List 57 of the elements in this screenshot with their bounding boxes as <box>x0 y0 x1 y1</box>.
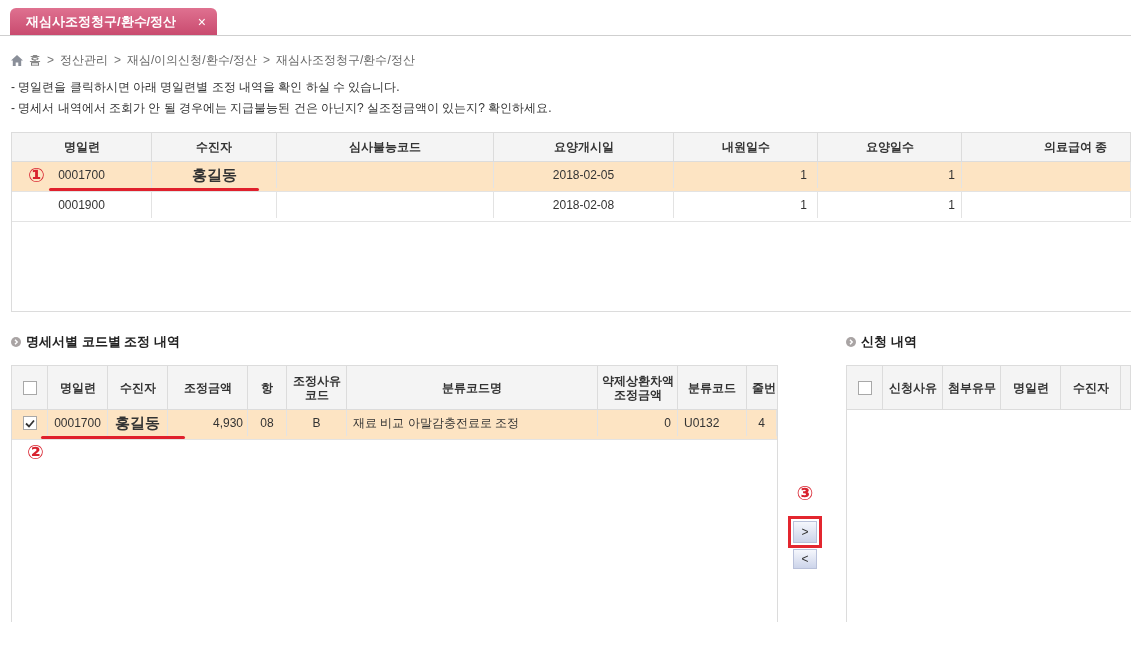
column-header: 조정금액 <box>168 366 248 409</box>
column-header: 항 <box>248 366 287 409</box>
column-header: 요양개시일 <box>494 133 674 161</box>
tab[interactable]: 재심사조정청구/환수/정산 × <box>10 8 217 35</box>
column-header: 명일련 <box>12 133 152 161</box>
move-button[interactable]: > <box>793 521 817 543</box>
column-header: 수진자 <box>152 133 277 161</box>
callout-number: ③ <box>796 483 814 503</box>
breadcrumb-separator: > <box>114 53 122 67</box>
column-header: 분류코드 <box>678 366 747 409</box>
table-cell: 1 <box>674 162 818 188</box>
column-header: 심사불능코드 <box>277 133 494 161</box>
column-header: 줄번 <box>747 366 777 409</box>
notice-text: - 명일련을 클릭하시면 아래 명일련별 조정 내역을 확인 하실 수 있습니다. <box>11 79 401 96</box>
breadcrumb-link[interactable]: 정산관리 <box>60 51 108 69</box>
column-header: 의료급여 종 <box>962 133 1131 161</box>
column-header: 신청사유 <box>883 366 943 409</box>
table-cell: 0 <box>598 410 678 436</box>
column-header: 요양일수 <box>818 133 962 161</box>
breadcrumb-link[interactable]: 홈 <box>29 51 41 69</box>
checkbox[interactable] <box>22 380 37 395</box>
column-header: 조정사유 코드 <box>287 366 347 409</box>
column-header: 수진자 <box>108 366 168 409</box>
section-title: 명세서별 코드별 조정 내역 <box>26 334 180 351</box>
breadcrumb-separator: > <box>47 53 54 67</box>
close-button[interactable]: × <box>195 14 208 29</box>
table-cell: U0132 <box>678 410 747 436</box>
column-header: 수진자 <box>1061 366 1121 409</box>
table-cell: 4 <box>747 410 777 436</box>
chevron-circle-icon <box>846 337 856 347</box>
column-header: 명일련 <box>1001 366 1061 409</box>
home-icon <box>11 54 23 66</box>
breadcrumb-separator: > <box>263 53 271 67</box>
move-button[interactable]: < <box>793 549 817 569</box>
section-title: 신청 내역 <box>861 334 917 351</box>
callout-number: ① <box>28 165 45 185</box>
table-row[interactable]: 0001900 2018-02-08 1 1 <box>12 192 1131 222</box>
column-header: 약제상환차액 조정금액 <box>598 366 678 409</box>
table-cell: 1 <box>818 192 962 218</box>
notice-text: - 명세서 내역에서 조회가 안 될 경우에는 지급불능된 건은 아닌지? 실조정금액이 있는지? 확인하세요. <box>11 100 553 117</box>
column-header: 분류코드명 <box>347 366 598 409</box>
table-cell: 08 <box>248 410 287 436</box>
checkbox[interactable] <box>857 380 872 395</box>
chevron-circle-icon <box>11 337 21 347</box>
checkbox[interactable] <box>22 416 37 430</box>
table-cell: 2018-02-08 <box>494 192 674 218</box>
table-cell: 재료 비교 아말감충전료로 조정 <box>347 410 598 436</box>
column-header: 명일련 <box>48 366 108 409</box>
breadcrumb-link[interactable]: 재심사조정청구/환수/정산 <box>276 51 415 69</box>
breadcrumb-link[interactable]: 재심/이의신청/환수/정산 <box>127 51 258 69</box>
column-header: 첨부유무 <box>943 366 1001 409</box>
table-cell: B <box>287 410 347 436</box>
column-header: 내원일수 <box>674 133 818 161</box>
table-cell: 1 <box>674 192 818 218</box>
table-cell: 2018-02-05 <box>494 162 674 188</box>
table-cell: 0001900 <box>12 192 152 218</box>
callout-number: ② <box>27 442 44 462</box>
